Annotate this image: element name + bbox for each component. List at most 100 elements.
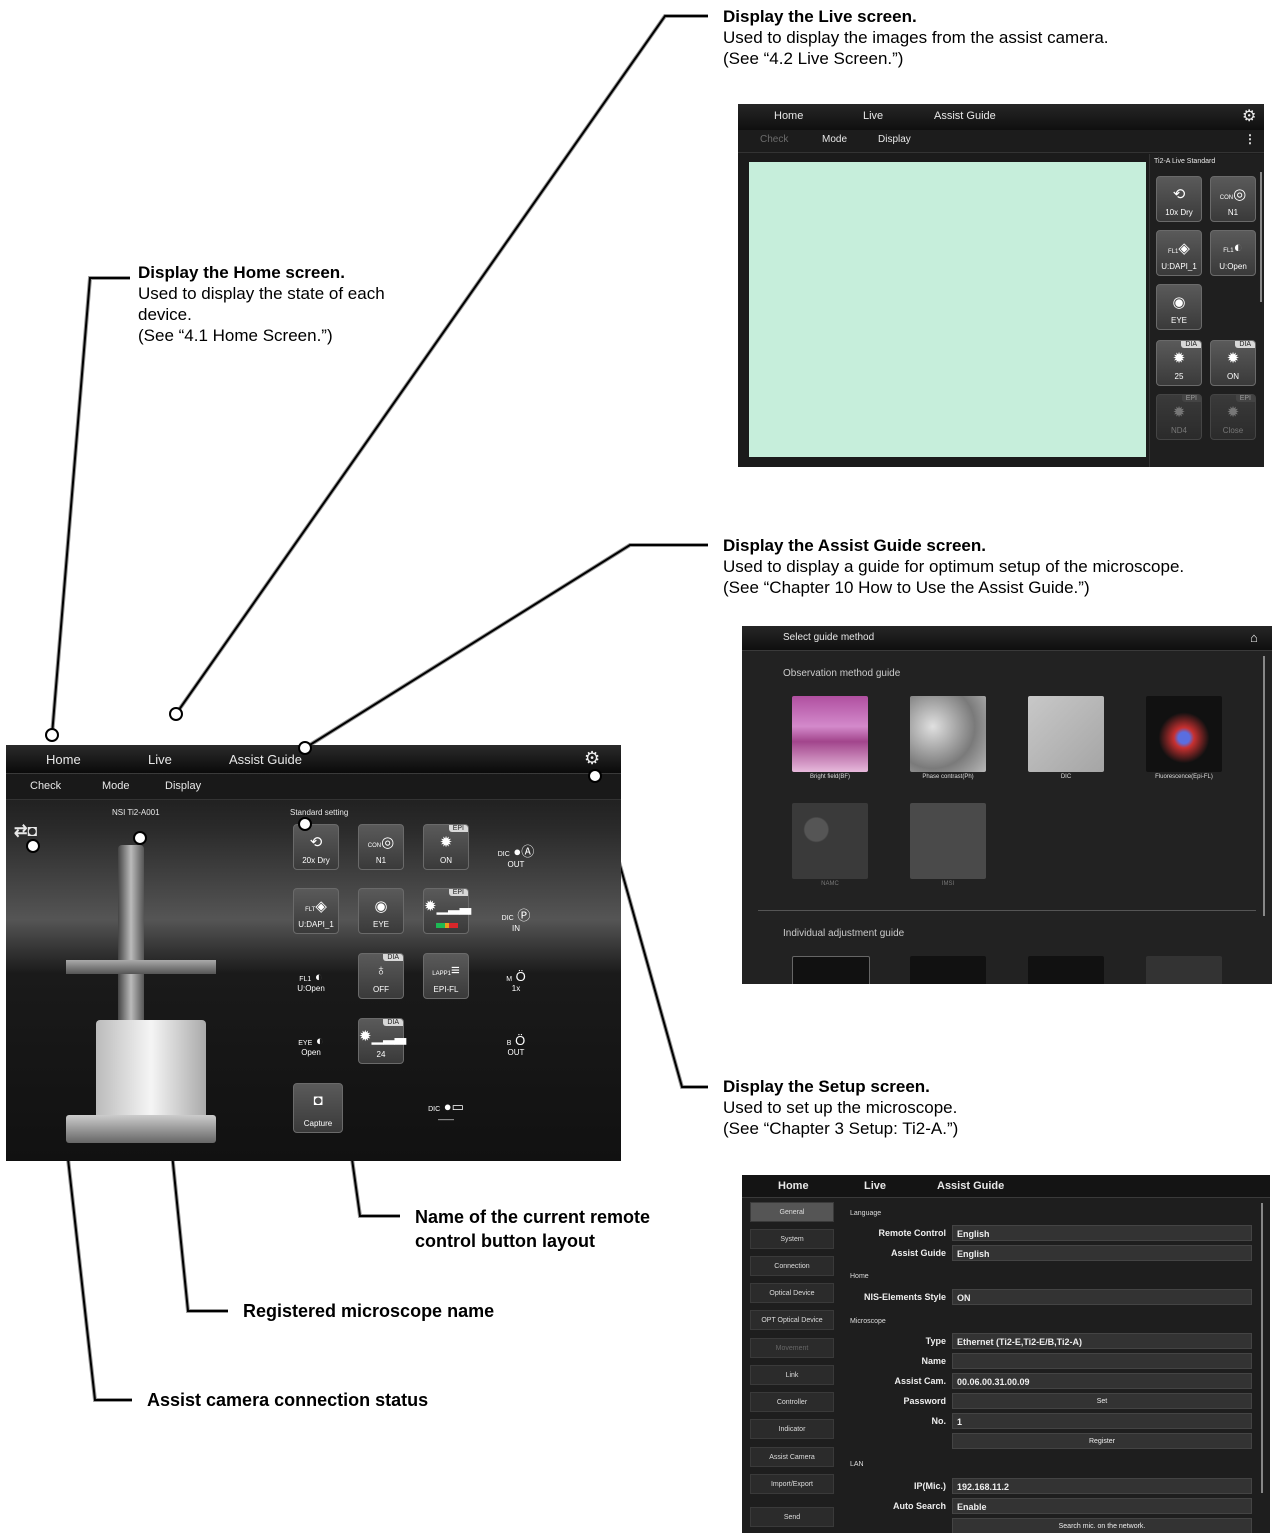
tile-epi-nd[interactable]: EPI ✹▁▂▃: [423, 888, 471, 934]
setup-tab-home[interactable]: Home: [778, 1180, 809, 1192]
dic-prism-indicator[interactable]: DIC Ⓟ IN: [491, 905, 541, 933]
nav-indicator[interactable]: Indicator: [750, 1419, 834, 1439]
field-diaphragm-icon: ♁: [375, 962, 387, 979]
label-password: Password: [903, 1396, 946, 1406]
live-panel: Ti2-A Live Standard ⟲ 10x Dry CON◎ N1 FL1◈…: [1149, 154, 1264, 467]
field-auto-search[interactable]: Enable: [952, 1498, 1252, 1514]
scrollbar[interactable]: [1261, 1203, 1263, 1493]
thumb-imsi[interactable]: [910, 803, 986, 879]
field-ip[interactable]: 192.168.11.2: [952, 1478, 1252, 1494]
tile-epi-lamp[interactable]: EPI ✹ ON: [423, 824, 469, 870]
thumb-dic[interactable]: [1028, 696, 1104, 772]
dic-analyzer-indicator[interactable]: DIC ●Ⓐ OUT: [491, 841, 541, 869]
tile-lapp[interactable]: LAPP1≡ EPI-FL: [423, 953, 469, 999]
tile-eye[interactable]: ◉ EYE: [358, 888, 404, 934]
live-tile-objective[interactable]: ⟲ 10x Dry: [1156, 176, 1202, 222]
field-no[interactable]: 1: [952, 1413, 1252, 1429]
magnifier-label: 1x: [511, 984, 521, 993]
tile-dia-intensity[interactable]: DIA ✹▁▂▃ 24: [358, 1018, 406, 1064]
live-tab-home[interactable]: Home: [774, 110, 803, 122]
setup-tab-live[interactable]: Live: [864, 1180, 886, 1192]
home-subtab-display[interactable]: Display: [165, 780, 201, 792]
field-assist-cam[interactable]: 00.06.00.31.00.09: [952, 1373, 1252, 1389]
thumb-adjust-3[interactable]: [1028, 956, 1104, 984]
search-network-button[interactable]: Search mic. on the network.: [952, 1518, 1252, 1533]
home-subtab-mode[interactable]: Mode: [102, 780, 130, 792]
live-tile-con[interactable]: CON◎ N1: [1210, 176, 1256, 222]
home-tab-live[interactable]: Live: [148, 752, 172, 767]
live-view[interactable]: [749, 162, 1146, 457]
dic-analyzer-label: OUT: [507, 860, 525, 869]
eye-shutter-indicator[interactable]: EYE ◐ Open: [286, 1033, 336, 1057]
gear-icon[interactable]: ⚙: [584, 749, 600, 767]
home-subtab-check[interactable]: Check: [30, 780, 61, 792]
scrollbar[interactable]: [1260, 172, 1262, 302]
nav-link[interactable]: Link: [750, 1365, 834, 1385]
annotation-live-ref: (See “4.2 Live Screen.”): [723, 49, 904, 68]
live-subtab-check[interactable]: Check: [760, 134, 788, 145]
register-button[interactable]: Register: [952, 1433, 1252, 1449]
live-tile-epi-nd[interactable]: EPI ✹ ND4: [1156, 394, 1202, 440]
nav-movement[interactable]: Movement: [750, 1338, 834, 1358]
home-tab-assist[interactable]: Assist Guide: [229, 752, 302, 767]
capture-button[interactable]: ◘ Capture: [293, 1083, 343, 1133]
field-remote-control[interactable]: English: [952, 1225, 1252, 1241]
live-tab-live[interactable]: Live: [863, 110, 883, 122]
assist-camera-status-icon[interactable]: ⇄◘: [14, 821, 37, 841]
nav-import-export[interactable]: Import/Export: [750, 1474, 834, 1494]
thumb-adjust-1[interactable]: [792, 956, 870, 984]
scrollbar[interactable]: [1263, 656, 1265, 916]
field-type[interactable]: Ethernet (Ti2-E,Ti2-E/B,Ti2-A): [952, 1333, 1252, 1349]
thumb-adjust-2[interactable]: [910, 956, 986, 984]
nav-general[interactable]: General: [750, 1202, 834, 1222]
live-tile-objective-label: 10x Dry: [1165, 208, 1193, 217]
thumb-namc[interactable]: [792, 803, 868, 879]
lightpath-icon: LAPP1≡: [432, 962, 460, 979]
thumb-brightfield[interactable]: [792, 696, 868, 772]
password-set-button[interactable]: Set: [952, 1393, 1252, 1409]
live-tile-dia-intensity[interactable]: DIA ✹ 25: [1156, 340, 1202, 386]
magnifier-indicator[interactable]: M Ö 1x: [491, 969, 541, 993]
live-tile-shutter[interactable]: FL1◐ U:Open: [1210, 230, 1256, 276]
nav-optical-device[interactable]: Optical Device: [750, 1283, 834, 1303]
live-subtab-mode[interactable]: Mode: [822, 134, 847, 145]
thumb-adjust-4[interactable]: [1146, 956, 1222, 984]
home-tab-home[interactable]: Home: [46, 752, 81, 767]
dic-bottom-text: DIC: [428, 1106, 441, 1113]
nav-controller[interactable]: Controller: [750, 1392, 834, 1412]
fl-shutter-indicator[interactable]: FL1 ◐ U:Open: [286, 969, 336, 993]
live-tile-dia-onoff[interactable]: DIA ✹ ON: [1210, 340, 1256, 386]
gear-icon[interactable]: ⚙: [1242, 109, 1256, 125]
con-icon-text: CON: [1219, 195, 1234, 201]
field-nis-elements[interactable]: ON: [952, 1289, 1252, 1305]
tile-filter[interactable]: FLT◈ U:DAPI_1: [293, 888, 339, 934]
bertrand-indicator[interactable]: B Ö OUT: [491, 1033, 541, 1057]
live-tile-eye[interactable]: ◉ EYE: [1156, 284, 1202, 330]
home-icon[interactable]: ⌂: [1250, 630, 1258, 646]
setup-tab-assist[interactable]: Assist Guide: [937, 1180, 1004, 1192]
thumb-fluorescence[interactable]: [1146, 696, 1222, 772]
nav-opt-optical-device[interactable]: OPT Optical Device: [750, 1310, 834, 1330]
send-button[interactable]: Send: [750, 1507, 834, 1527]
tile-dia-field[interactable]: DIA ♁ OFF: [358, 953, 404, 999]
thumb-phase[interactable]: [910, 696, 986, 772]
live-subtab-display[interactable]: Display: [878, 134, 911, 145]
more-vertical-icon[interactable]: ⋮: [1244, 132, 1256, 146]
live-tile-filter[interactable]: FL1◈ U:DAPI_1: [1156, 230, 1202, 276]
nav-connection[interactable]: Connection: [750, 1256, 834, 1276]
tile-condenser[interactable]: CON◎ N1: [358, 824, 404, 870]
lapp-icon-text: LAPP1: [432, 971, 451, 977]
epi-tag: EPI: [1235, 395, 1255, 402]
field-assist-guide[interactable]: English: [952, 1245, 1252, 1261]
microscope-stage: [66, 960, 216, 974]
field-name[interactable]: [952, 1353, 1252, 1369]
dic-bottom-indicator[interactable]: DIC ●▭ ——: [421, 1099, 471, 1124]
nav-assist-camera[interactable]: Assist Camera: [750, 1447, 834, 1467]
live-tile-epi-shutter[interactable]: EPI ✹ Close: [1210, 394, 1256, 440]
tile-objective[interactable]: ⟲ 20x Dry: [293, 824, 339, 870]
live-tab-assist[interactable]: Assist Guide: [934, 110, 996, 122]
lamp-icon: ✹: [1226, 350, 1240, 367]
nav-system[interactable]: System: [750, 1229, 834, 1249]
microscope-base: [66, 1115, 216, 1143]
annotation-home-ref: (See “4.1 Home Screen.”): [138, 326, 333, 345]
